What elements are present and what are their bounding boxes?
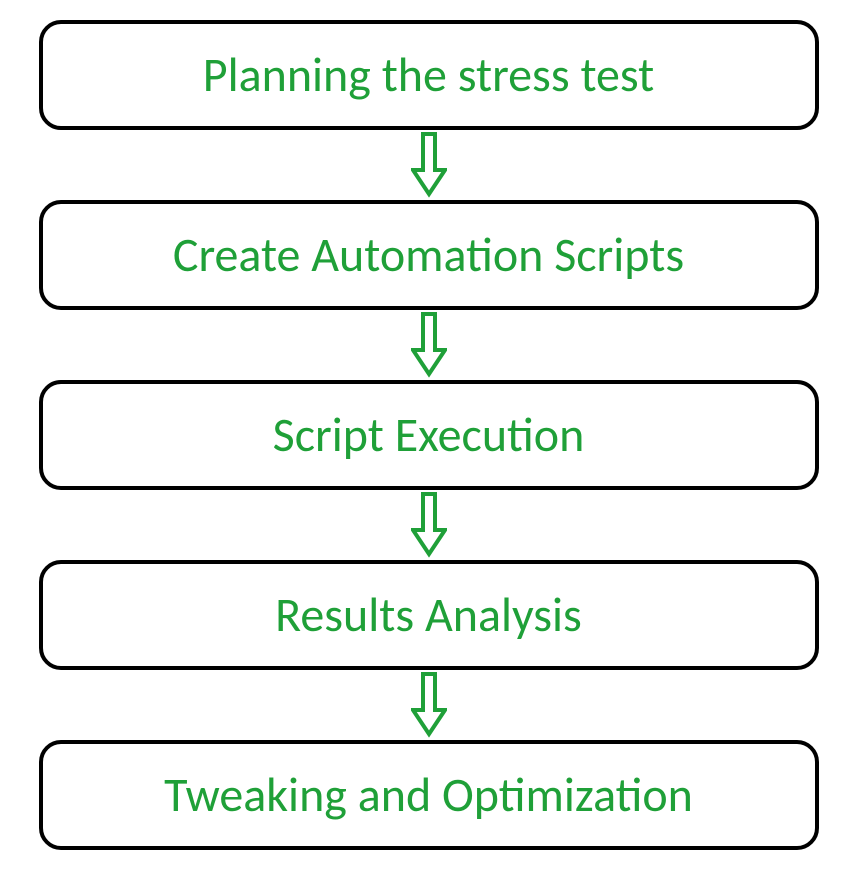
step-box: Create Automation Scripts <box>39 200 819 310</box>
step-label: Tweaking and Optimization <box>164 769 693 822</box>
flow-diagram: Planning the stress test Create Automati… <box>30 20 827 850</box>
step-label: Script Execution <box>273 409 585 462</box>
step-box: Planning the stress test <box>39 20 819 130</box>
arrow-down-icon <box>409 490 449 560</box>
step-label: Results Analysis <box>275 589 582 642</box>
arrow-down-icon <box>409 670 449 740</box>
arrow-down-icon <box>409 130 449 200</box>
step-label: Create Automation Scripts <box>173 229 684 282</box>
step-box: Results Analysis <box>39 560 819 670</box>
step-box: Tweaking and Optimization <box>39 740 819 850</box>
step-box: Script Execution <box>39 380 819 490</box>
step-label: Planning the stress test <box>203 49 654 102</box>
arrow-down-icon <box>409 310 449 380</box>
